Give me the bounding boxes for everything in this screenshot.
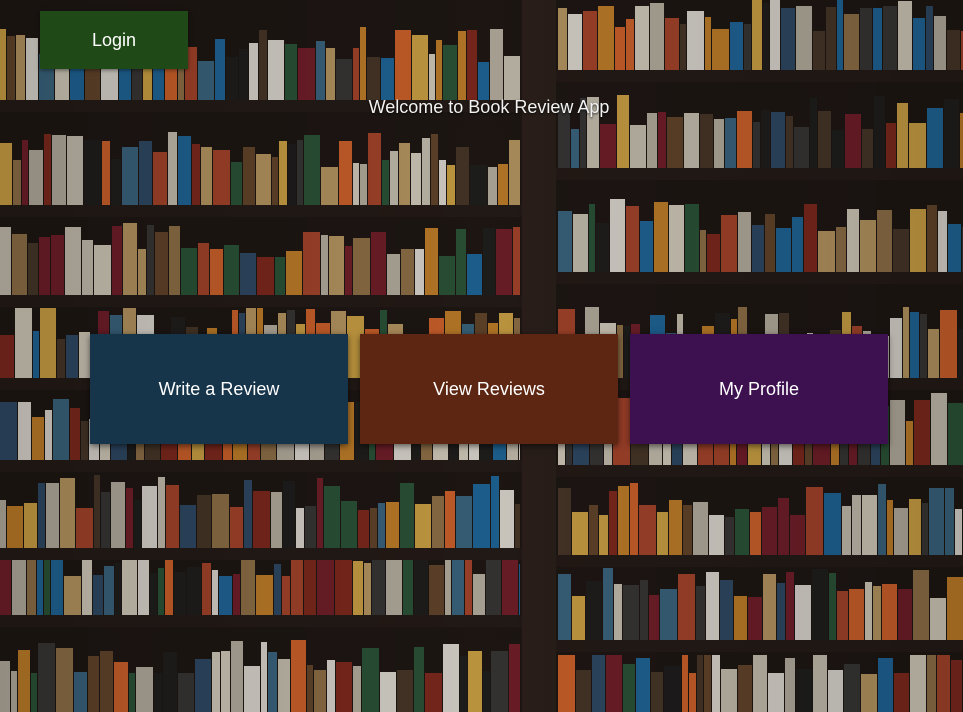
welcome-heading: Welcome to Book Review App xyxy=(368,97,610,117)
login-button[interactable]: Login xyxy=(40,11,188,69)
write-review-button[interactable]: Write a Review xyxy=(90,334,348,444)
my-profile-button[interactable]: My Profile xyxy=(630,334,888,444)
view-reviews-button[interactable]: View Reviews xyxy=(360,334,618,444)
